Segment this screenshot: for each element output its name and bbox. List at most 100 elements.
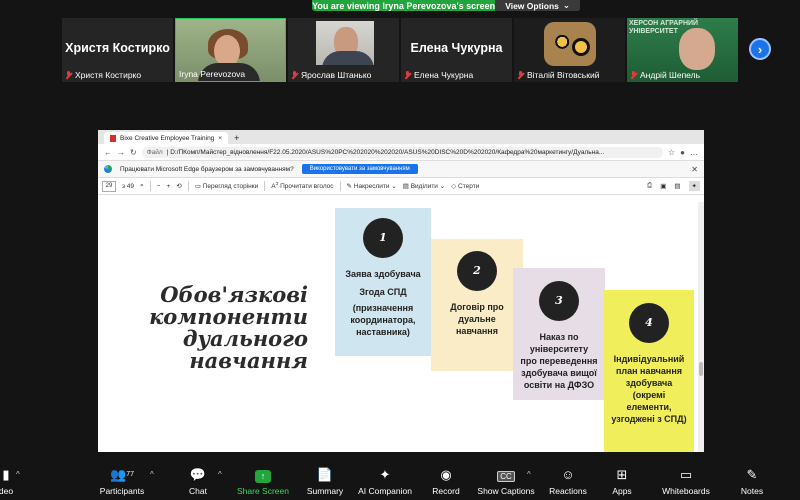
menu-dots-icon[interactable]: … xyxy=(690,148,698,157)
page-view-button[interactable]: ▭ Перегляд сторінки xyxy=(195,182,259,190)
erase-button[interactable]: ◇ Стерти xyxy=(451,182,479,190)
card-line: (окремі xyxy=(632,390,666,400)
ai-companion-label: AI Companion xyxy=(358,486,412,496)
zoom-in-icon[interactable]: + xyxy=(166,183,170,190)
chevron-up-icon[interactable]: ^ xyxy=(218,470,222,479)
mic-muted-icon xyxy=(65,71,72,79)
edge-prompt-text: Працювати Microsoft Edge браузером за за… xyxy=(120,165,294,173)
summary-button[interactable]: 📄 Summary xyxy=(302,466,348,496)
participant-name: Iryna Perevozova xyxy=(179,69,246,79)
record-button[interactable]: ◉ Record xyxy=(428,466,464,496)
participant-tile[interactable]: Ярослав Штанько xyxy=(288,18,399,82)
tab-title: Bixe Creative Employee Training xyxy=(120,134,215,142)
participant-name: Віталій Вітовський xyxy=(527,70,600,80)
view-options-button[interactable]: View Options ⌄ xyxy=(495,0,580,11)
share-screen-button[interactable]: ↑ Share Screen xyxy=(236,466,290,496)
reactions-button[interactable]: ☺ Reactions xyxy=(546,466,590,496)
browser-tab[interactable]: Bixe Creative Employee Training × xyxy=(104,132,229,144)
read-aloud-button[interactable]: Aↄ Прочитати вголос xyxy=(271,181,333,190)
slide-title-line: Обов'язкові xyxy=(160,282,308,307)
pdf-toolbar: 29 з 49 ⌕ − + ⟲ ▭ Перегляд сторінки Aↄ П… xyxy=(98,178,704,195)
new-tab-button[interactable]: + xyxy=(228,132,245,144)
card-line: елементи, xyxy=(626,402,672,412)
viewing-banner-text: You are viewing Iryna Perevozova's scree… xyxy=(312,0,496,11)
highlight-button[interactable]: ▤ Виділити ⌄ xyxy=(403,182,445,190)
participants-button[interactable]: 👥77 Participants xyxy=(94,466,150,496)
next-page-button[interactable]: › xyxy=(749,38,771,60)
view-options-label: View Options xyxy=(505,0,559,11)
participant-name: Елена Чукурна xyxy=(414,70,474,80)
browser-tab-bar: Bixe Creative Employee Training × + xyxy=(98,130,704,144)
participant-name: Христя Костирко xyxy=(75,70,142,80)
address-bar[interactable]: Файл | D:/ПКомп/Майстер_відновлення/F22.0… xyxy=(141,146,663,158)
save-as-icon[interactable]: ▤ xyxy=(674,182,680,190)
participants-count: 77 xyxy=(126,471,134,478)
participant-tile[interactable]: Віталій Вітовський xyxy=(514,18,625,82)
record-icon: ◉ xyxy=(440,467,452,482)
chevron-up-icon[interactable]: ^ xyxy=(527,470,531,479)
participant-label: Елена Чукурна xyxy=(404,70,473,80)
set-default-button[interactable]: Використовувати за замовчуванням xyxy=(301,164,418,174)
refresh-icon[interactable]: ↻ xyxy=(130,148,137,157)
search-icon[interactable]: ⌕ xyxy=(140,182,144,190)
edge-logo-icon xyxy=(104,165,112,173)
component-card-1: 1 Заява здобувача Згода СПД (призначення… xyxy=(335,208,431,356)
participant-tile[interactable]: ХЕРСОН АГРАРНИЙ УНІВЕРСИТЕТ Андрій Шепел… xyxy=(627,18,738,82)
print-icon[interactable]: ⎙ xyxy=(647,182,652,190)
chevron-up-icon[interactable]: ^ xyxy=(150,470,154,479)
card-line: Заява здобувача xyxy=(345,269,421,279)
card-line: навчання xyxy=(456,326,498,336)
participant-tile-active[interactable]: Iryna Perevozova xyxy=(175,18,286,82)
forward-icon[interactable]: → xyxy=(117,148,125,157)
profile-icon[interactable]: ● xyxy=(680,148,685,157)
component-card-3: 3 Наказ по університету про переведення … xyxy=(513,268,605,400)
pdf-icon xyxy=(110,134,116,142)
card-line: Згода СПД xyxy=(359,287,407,297)
whiteboards-button[interactable]: ▭ Whiteboards xyxy=(656,466,716,496)
chevron-down-icon: ⌄ xyxy=(562,0,570,10)
star-icon[interactable]: ☆ xyxy=(668,148,675,157)
participant-label: Ярослав Штанько xyxy=(291,70,371,80)
rotate-icon[interactable]: ⟲ xyxy=(176,182,181,190)
video-button[interactable]: ▮ deo xyxy=(0,466,16,496)
step-number-badge: 2 xyxy=(457,251,497,291)
video-person xyxy=(679,28,715,70)
chevron-up-icon[interactable]: ^ xyxy=(16,470,20,479)
participant-label: Христя Костирко xyxy=(65,70,141,80)
draw-label: Накреслити xyxy=(353,183,390,190)
page-total: з 49 xyxy=(122,182,135,190)
participant-label: Iryna Perevozova xyxy=(179,69,245,79)
close-icon[interactable]: ✕ xyxy=(691,165,698,174)
shared-screen: Bixe Creative Employee Training × + ← → ↻… xyxy=(98,130,704,452)
save-icon[interactable]: ▣ xyxy=(660,182,666,190)
step-number-badge: 3 xyxy=(539,281,579,321)
page-number-input[interactable]: 29 xyxy=(102,180,116,192)
chat-button[interactable]: 💬 Chat xyxy=(182,466,214,496)
participant-tile[interactable]: Христя Костирко Христя Костирко xyxy=(62,18,173,82)
participant-tile[interactable]: Елена Чукурна Елена Чукурна xyxy=(401,18,512,82)
page-view-label: Перегляд сторінки xyxy=(202,183,259,190)
close-icon[interactable]: × xyxy=(218,135,222,142)
share-screen-label: Share Screen xyxy=(237,486,289,496)
apps-button[interactable]: ⊞ Apps xyxy=(606,466,638,496)
scrollbar-thumb[interactable] xyxy=(699,362,703,376)
file-label: Файл xyxy=(146,148,163,156)
component-card-4: 4 Індивідуальний план навчання здобувача… xyxy=(604,290,694,452)
notes-button[interactable]: ✎ Notes xyxy=(734,466,770,496)
step-number-badge: 1 xyxy=(363,218,403,258)
component-card-2: 2 Договір про дуальне навчання xyxy=(431,239,523,371)
pin-icon[interactable]: ✦ xyxy=(688,181,700,191)
participant-name-large: Елена Чукурна xyxy=(410,41,503,55)
sparkle-icon: ✦ xyxy=(379,467,391,482)
draw-button[interactable]: ✎ Накреслити ⌄ xyxy=(347,182,397,190)
reactions-label: Reactions xyxy=(549,486,587,496)
notes-label: Notes xyxy=(740,486,764,496)
ai-companion-button[interactable]: ✦ AI Companion xyxy=(356,466,414,496)
zoom-out-icon[interactable]: − xyxy=(157,183,161,190)
card-line: (призначення xyxy=(352,303,414,313)
scrollbar[interactable] xyxy=(698,202,704,452)
back-icon[interactable]: ← xyxy=(104,148,112,157)
edge-default-prompt: Працювати Microsoft Edge браузером за за… xyxy=(98,161,704,178)
card-line: здобувача вищої xyxy=(521,368,597,378)
card-line: Індивідуальний xyxy=(613,354,685,364)
